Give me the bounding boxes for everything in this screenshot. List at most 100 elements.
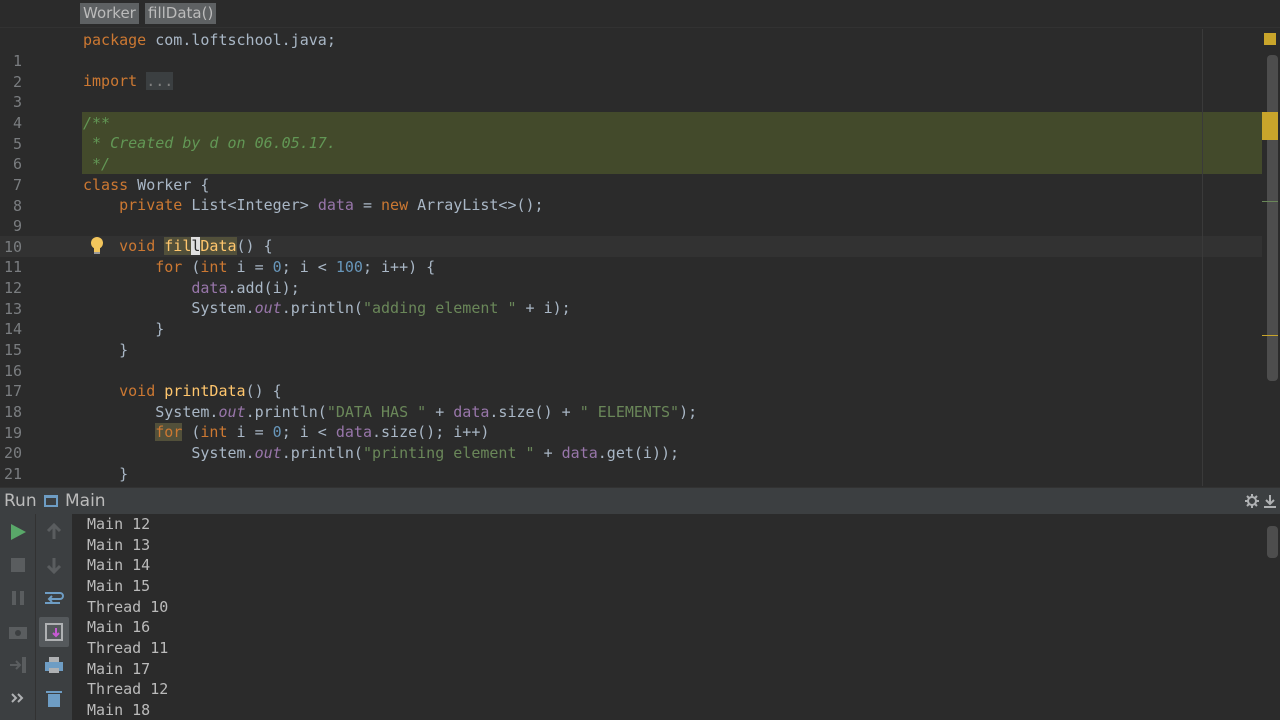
token: .println( (245, 403, 327, 421)
hide-icon[interactable] (1262, 493, 1278, 509)
arrow-up-icon[interactable] (42, 520, 66, 544)
code-line: 21 System.out.println("printing element … (0, 443, 1262, 483)
console-output[interactable]: Main 12 Main 13 Main 14 Main 15 Thread 1… (72, 514, 1264, 720)
code-line: 17 (0, 360, 1262, 400)
token: out (254, 444, 282, 462)
console-line: Main 12 (87, 515, 151, 533)
token: out (254, 299, 282, 317)
token: "DATA HAS " (326, 403, 427, 421)
token: } (119, 341, 129, 359)
token: new (381, 196, 409, 214)
token: .add(i); (227, 279, 300, 297)
token: + (534, 444, 562, 462)
token: 0 (272, 423, 282, 441)
token: } (119, 465, 129, 483)
token: 100 (335, 258, 363, 276)
camera-icon[interactable] (6, 620, 30, 644)
token: fil (164, 237, 192, 255)
play-icon[interactable] (6, 520, 30, 544)
token: } (155, 320, 165, 338)
change-marker[interactable] (1262, 201, 1278, 202)
run-title: Run (4, 491, 37, 511)
token: .get(i)); (597, 444, 680, 462)
token: ( (182, 423, 201, 441)
token: out (218, 403, 246, 421)
doc-comment: */ (83, 155, 111, 173)
token: ); (679, 403, 698, 421)
exit-icon[interactable] (6, 653, 30, 677)
token: printData (164, 382, 246, 400)
code-line: 12 for (int i = 0; i < 100; i++) { (0, 257, 1262, 297)
code-line: 4 (0, 92, 1262, 132)
console-line: Thread 11 (87, 639, 169, 657)
code-line: 13 data.add(i); (0, 278, 1262, 318)
token: ( (182, 258, 201, 276)
stop-icon[interactable] (6, 553, 30, 577)
arrow-down-icon[interactable] (42, 553, 66, 577)
token: import (83, 72, 138, 90)
token: Worker { (128, 176, 210, 194)
token: List<Integer> (182, 196, 318, 214)
breadcrumb-method[interactable]: fillData() (145, 3, 217, 24)
print-icon[interactable] (42, 653, 66, 677)
right-margin-guide (1202, 29, 1203, 486)
token: .size() + (489, 403, 580, 421)
token: ; i++) { (362, 258, 436, 276)
inspection-status-icon[interactable] (1264, 33, 1276, 45)
token: com.loftschool.java; (146, 31, 336, 49)
token: int (200, 258, 228, 276)
token: data (317, 196, 354, 214)
soft-wrap-icon[interactable] (42, 586, 66, 610)
console-line: Main 14 (87, 556, 151, 574)
pause-icon[interactable] (6, 586, 30, 610)
breadcrumb-class[interactable]: Worker (80, 3, 139, 24)
code-line: 15 } (0, 319, 1262, 359)
code-line: 9 private List<Integer> data = new Array… (0, 195, 1262, 235)
settings-icon[interactable] (1244, 493, 1260, 509)
more-icon[interactable] (6, 686, 30, 710)
token: ; i < (281, 258, 336, 276)
breadcrumb: Worker fillData() (0, 0, 1280, 28)
trash-icon[interactable] (42, 686, 66, 710)
token: System. (155, 403, 219, 421)
code-line: 18 void printData() { (0, 381, 1262, 421)
application-config-icon (44, 495, 58, 507)
console-line: Main 17 (87, 660, 151, 678)
import-fold[interactable]: ... (146, 72, 174, 90)
lightbulb-icon[interactable] (89, 236, 105, 256)
token: data (453, 403, 490, 421)
code-line: 16 } (0, 340, 1262, 380)
token: class (83, 176, 129, 194)
editor-scroll-thumb[interactable] (1267, 55, 1278, 381)
scroll-to-end-icon[interactable] (42, 620, 66, 644)
console-line: Main 13 (87, 536, 151, 554)
token: void (119, 237, 156, 255)
code-line: 19 System.out.println("DATA HAS " + data… (0, 402, 1262, 442)
code-line: 1 package com.loftschool.java; (0, 30, 1262, 70)
console-line: Thread 10 (87, 598, 169, 616)
code-editor[interactable]: 1 package com.loftschool.java; 2 3 impor… (0, 29, 1280, 486)
code-line: 3 import ... (0, 71, 1262, 111)
run-tab-main[interactable]: Main (65, 491, 106, 511)
doc-comment: * Created by d on 06.05.17. (83, 134, 336, 152)
token: "adding element " (362, 299, 517, 317)
doc-comment: /** (83, 114, 111, 132)
change-marker[interactable] (1262, 335, 1278, 336)
code-line: 14 System.out.println("adding element " … (0, 298, 1262, 338)
console-line: Main 15 (87, 577, 151, 595)
method-name: fillData (164, 237, 237, 255)
console-line: Thread 12 (87, 680, 169, 698)
code-line: 11 void fillData() { (0, 236, 1262, 276)
token: private (119, 196, 183, 214)
warning-marker[interactable] (1262, 112, 1278, 140)
console-line: Main 18 (87, 701, 151, 719)
token: + (426, 403, 454, 421)
token: int (200, 423, 228, 441)
token: for (155, 423, 183, 441)
token: ArrayList<>(); (408, 196, 544, 214)
token: package (83, 31, 147, 49)
console-scroll-thumb[interactable] (1267, 526, 1278, 558)
token: ; i < (281, 423, 336, 441)
token: i = (227, 258, 273, 276)
token: i = (227, 423, 273, 441)
